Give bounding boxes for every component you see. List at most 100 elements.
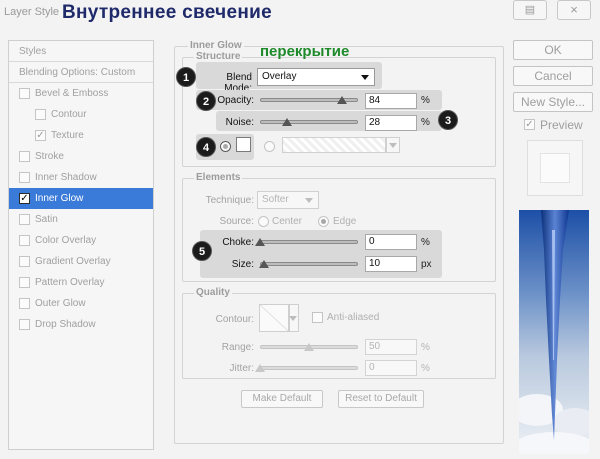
chevron-down-icon — [389, 143, 397, 148]
gradient-dropdown[interactable] — [386, 137, 400, 153]
opacity-unit: % — [421, 95, 430, 106]
annotation-overlay-label: перекрытие — [260, 43, 350, 60]
cancel-button[interactable]: Cancel — [513, 66, 593, 86]
styles-header[interactable]: Styles — [9, 41, 153, 62]
range-input[interactable]: 50 — [365, 339, 417, 355]
noise-slider-handle[interactable] — [282, 118, 293, 126]
style-item-label: Inner Shadow — [35, 172, 97, 183]
style-item-gradient-overlay[interactable]: Gradient Overlay — [9, 251, 153, 272]
style-item-blending-options-custom[interactable]: Blending Options: Custom — [9, 62, 153, 83]
source-center-radio[interactable] — [258, 216, 269, 227]
range-slider-handle[interactable] — [304, 343, 314, 351]
chevron-down-icon — [361, 75, 369, 80]
source-center-label: Center — [272, 216, 303, 227]
size-slider-handle[interactable] — [258, 260, 269, 268]
range-unit: % — [421, 342, 430, 353]
chevron-down-icon — [305, 198, 313, 203]
contour-dropdown[interactable] — [289, 304, 299, 332]
size-input[interactable]: 10 — [365, 256, 417, 272]
choke-slider[interactable] — [260, 240, 358, 244]
opacity-slider-handle[interactable] — [337, 96, 348, 104]
gradient-swatch[interactable] — [282, 137, 386, 153]
anti-aliased-label: Anti-aliased — [327, 312, 380, 323]
style-checkbox[interactable]: ✓ — [19, 193, 30, 204]
chevron-down-icon — [289, 316, 297, 321]
style-checkbox[interactable] — [19, 319, 30, 330]
jitter-input[interactable]: 0 — [365, 360, 417, 376]
style-checkbox[interactable] — [19, 88, 30, 99]
style-item-label: Drop Shadow — [35, 319, 96, 330]
style-item-texture[interactable]: ✓ Texture — [9, 125, 153, 146]
step-badge-4: 4 — [196, 137, 216, 157]
style-preview-swatch — [527, 140, 583, 196]
style-checkbox[interactable] — [19, 172, 30, 183]
choke-slider-handle[interactable] — [255, 238, 265, 246]
style-item-outer-glow[interactable]: Outer Glow — [9, 293, 153, 314]
style-item-color-overlay[interactable]: Color Overlay — [9, 230, 153, 251]
jitter-slider-handle[interactable] — [255, 364, 265, 372]
style-item-pattern-overlay[interactable]: Pattern Overlay — [9, 272, 153, 293]
jitter-slider[interactable] — [260, 366, 358, 370]
style-item-inner-shadow[interactable]: Inner Shadow — [9, 167, 153, 188]
style-item-label: Outer Glow — [35, 298, 86, 309]
reset-default-button[interactable]: Reset to Default — [338, 390, 424, 408]
gradient-radio[interactable] — [264, 141, 275, 152]
preview-label: Preview — [540, 118, 583, 132]
style-item-label: Pattern Overlay — [35, 277, 105, 288]
styles-list: Styles Blending Options: Custom Bevel & E… — [8, 40, 154, 450]
style-item-stroke[interactable]: Stroke — [9, 146, 153, 167]
style-checkbox[interactable]: ✓ — [35, 130, 46, 141]
jitter-unit: % — [421, 363, 430, 374]
blend-mode-value: Overlay — [262, 71, 297, 82]
color-radio[interactable] — [220, 141, 231, 152]
opacity-input[interactable]: 84 — [365, 93, 417, 109]
style-item-drop-shadow[interactable]: Drop Shadow — [9, 314, 153, 335]
close-button[interactable]: × — [557, 0, 591, 20]
range-label: Range: — [221, 342, 254, 353]
style-item-bevel-emboss[interactable]: Bevel & Emboss — [9, 83, 153, 104]
window-title: Layer Style — [4, 6, 60, 18]
preview-checkbox[interactable]: ✓ — [524, 119, 535, 130]
style-item-inner-glow[interactable]: ✓ Inner Glow — [9, 188, 153, 209]
new-style-button[interactable]: New Style... — [513, 92, 593, 112]
ok-button[interactable]: OK — [513, 40, 593, 60]
contour-label: Contour: — [215, 314, 254, 325]
choke-input[interactable]: 0 — [365, 234, 417, 250]
window-menu-button[interactable]: ▤ — [513, 0, 547, 20]
style-item-label: Inner Glow — [35, 193, 84, 204]
style-checkbox[interactable] — [19, 151, 30, 162]
style-checkbox[interactable] — [19, 256, 30, 267]
style-checkbox[interactable] — [19, 214, 30, 225]
technique-value: Softer — [262, 194, 289, 205]
style-item-label: Blending Options: Custom — [19, 67, 136, 78]
style-checkbox[interactable] — [19, 277, 30, 288]
anti-aliased-checkbox[interactable] — [312, 312, 323, 323]
step-badge-3: 3 — [438, 110, 458, 130]
style-checkbox[interactable] — [19, 298, 30, 309]
elements-legend: Elements — [194, 172, 243, 183]
glow-color-swatch[interactable] — [236, 137, 251, 152]
style-item-label: Stroke — [35, 151, 64, 162]
technique-select[interactable]: Softer — [257, 191, 319, 209]
noise-label: Noise: — [225, 117, 254, 128]
style-item-satin[interactable]: Satin — [9, 209, 153, 230]
style-item-label: Texture — [51, 130, 84, 141]
jitter-label: Jitter: — [229, 363, 254, 374]
style-item-label: Satin — [35, 214, 58, 225]
make-default-button[interactable]: Make Default — [241, 390, 323, 408]
source-edge-label: Edge — [333, 216, 357, 227]
source-edge-radio[interactable] — [318, 216, 329, 227]
technique-label: Technique: — [205, 195, 254, 206]
style-item-label: Bevel & Emboss — [35, 88, 109, 99]
style-item-contour[interactable]: Contour — [9, 104, 153, 125]
style-item-label: Gradient Overlay — [35, 256, 111, 267]
style-checkbox[interactable] — [19, 235, 30, 246]
noise-slider[interactable] — [260, 120, 358, 124]
noise-unit: % — [421, 117, 430, 128]
size-slider[interactable] — [260, 262, 358, 266]
size-unit: px — [421, 259, 432, 270]
contour-picker[interactable] — [259, 304, 289, 332]
style-checkbox[interactable] — [35, 109, 46, 120]
noise-input[interactable]: 28 — [365, 115, 417, 131]
blend-mode-select[interactable]: Overlay — [257, 68, 375, 86]
